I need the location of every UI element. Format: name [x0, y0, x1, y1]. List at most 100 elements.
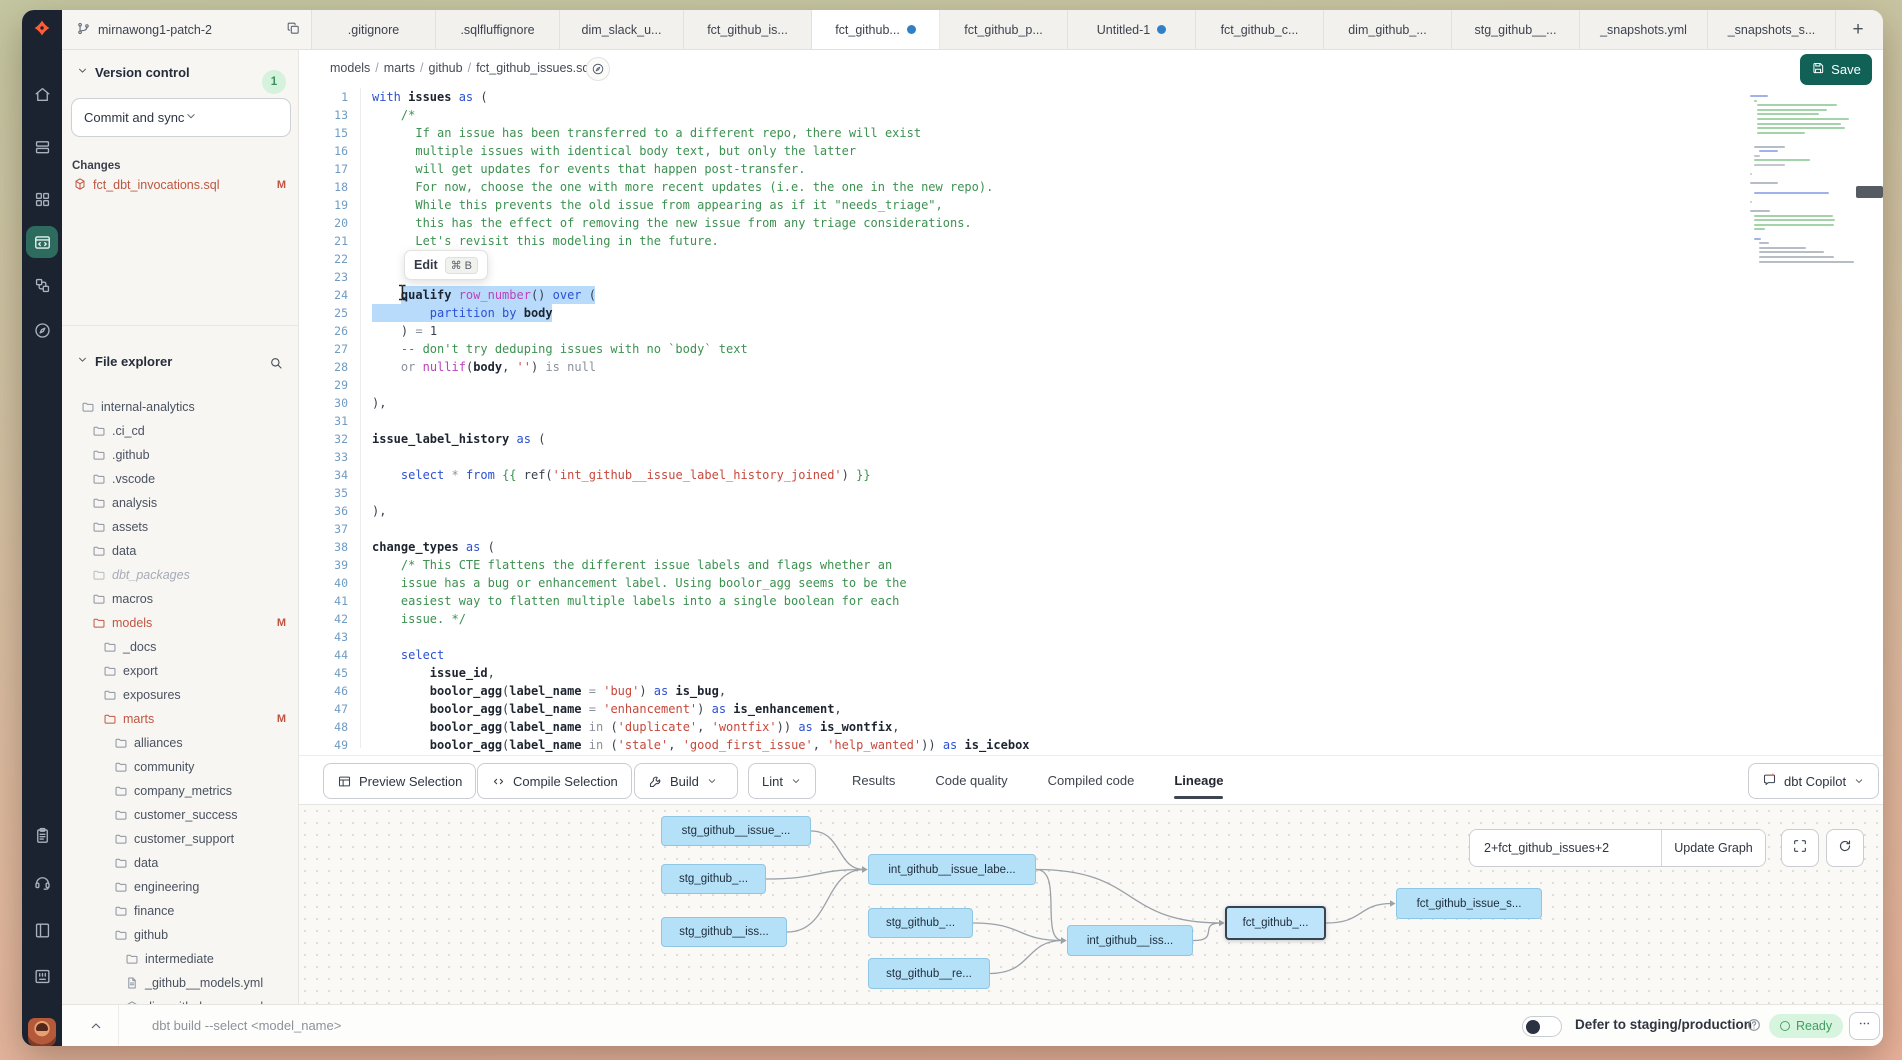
tree-item[interactable]: assets [62, 515, 298, 539]
lineage-node[interactable]: stg_github_... [661, 864, 766, 894]
breadcrumb-segment[interactable]: marts [384, 61, 415, 75]
search-icon[interactable] [268, 355, 284, 371]
dbt-copilot-button[interactable]: dbt Copilot [1748, 763, 1879, 799]
lineage-selector-input[interactable] [1470, 830, 1661, 866]
help-icon[interactable] [1746, 1017, 1762, 1033]
dbt-command-input[interactable]: dbt build --select <model_name> [152, 1018, 341, 1033]
tree-item[interactable]: _docs [62, 635, 298, 659]
rail-home-icon[interactable] [26, 78, 58, 110]
branch-selector[interactable]: mirnawong1-patch-2 [62, 10, 312, 49]
code-line[interactable]: 31 [299, 412, 1883, 430]
code-line[interactable]: 42 issue. */ [299, 610, 1883, 628]
code-line[interactable]: 13 /* [299, 106, 1883, 124]
lineage-node[interactable]: int_github__iss... [1067, 925, 1193, 956]
tree-item[interactable]: finance [62, 899, 298, 923]
rail-ide-icon[interactable] [26, 226, 58, 258]
tree-item[interactable]: community [62, 755, 298, 779]
code-line[interactable]: 23 [299, 268, 1883, 286]
code-line[interactable]: 47 boolor_agg(label_name = 'enhancement'… [299, 700, 1883, 718]
editor-tab[interactable]: Untitled-1 [1068, 10, 1196, 49]
code-line[interactable]: 19 While this prevents the old issue fro… [299, 196, 1883, 214]
rail-branch-compare-icon[interactable] [26, 269, 58, 301]
code-line[interactable]: 17 will get updates for events that happ… [299, 160, 1883, 178]
code-line[interactable]: 44 select [299, 646, 1883, 664]
rail-keyboard-icon[interactable] [26, 960, 58, 992]
edit-tooltip[interactable]: Edit ⌘ B [404, 250, 488, 280]
code-line[interactable]: 48 boolor_agg(label_name in ('duplicate'… [299, 718, 1883, 736]
refresh-graph-button[interactable] [1826, 829, 1864, 867]
lineage-node[interactable]: stg_github__issue_... [661, 816, 811, 846]
preview-selection-button[interactable]: Preview Selection [323, 763, 476, 799]
changed-file-row[interactable]: fct_dbt_invocations.sql M [62, 174, 298, 196]
more-options-button[interactable] [1849, 1012, 1880, 1040]
code-line[interactable]: 22 [299, 250, 1883, 268]
code-line[interactable]: 30), [299, 394, 1883, 412]
tab-results[interactable]: Results [852, 756, 895, 804]
tree-item[interactable]: internal-analytics [62, 395, 298, 419]
code-line[interactable]: 18 For now, choose the one with more rec… [299, 178, 1883, 196]
code-line[interactable]: 36), [299, 502, 1883, 520]
tree-item[interactable]: analysis [62, 491, 298, 515]
editor-tab[interactable]: fct_github_p... [940, 10, 1068, 49]
editor-tab[interactable]: fct_github_is... [684, 10, 812, 49]
rail-docs-icon[interactable] [26, 914, 58, 946]
copy-branch-icon[interactable] [286, 21, 301, 39]
compile-selection-button[interactable]: Compile Selection [477, 763, 632, 799]
code-line[interactable]: 33 [299, 448, 1883, 466]
tab-lineage[interactable]: Lineage [1174, 756, 1223, 804]
rail-apps-grid-icon[interactable] [26, 183, 58, 215]
code-line[interactable]: 41 easiest way to flatten multiple label… [299, 592, 1883, 610]
code-line[interactable]: 38change_types as ( [299, 538, 1883, 556]
code-line[interactable]: 15 If an issue has been transferred to a… [299, 124, 1883, 142]
update-graph-button[interactable]: Update Graph [1661, 830, 1765, 866]
breadcrumb-segment[interactable]: models [330, 61, 370, 75]
tree-item[interactable]: dim_github_users.sql [62, 995, 298, 1004]
lineage-node[interactable]: stg_github__re... [868, 958, 990, 989]
tab-compiled-code[interactable]: Compiled code [1048, 756, 1135, 804]
editor-tab[interactable]: _snapshots.yml [1580, 10, 1708, 49]
tree-item[interactable]: alliances [62, 731, 298, 755]
code-line[interactable]: 28 or nullif(body, '') is null [299, 358, 1883, 376]
code-line[interactable]: 21 Let's revisit this modeling in the fu… [299, 232, 1883, 250]
tree-item[interactable]: data [62, 539, 298, 563]
editor-tab[interactable]: stg_github__... [1452, 10, 1580, 49]
lineage-node[interactable]: fct_github_... [1225, 906, 1326, 940]
new-tab-button[interactable]: + [1836, 10, 1880, 49]
code-line[interactable]: 35 [299, 484, 1883, 502]
defer-toggle[interactable] [1522, 1016, 1562, 1037]
editor-tab[interactable]: dim_github_... [1324, 10, 1452, 49]
editor-tab[interactable]: .sqlfluffignore [436, 10, 560, 49]
rail-support-icon[interactable] [26, 866, 58, 898]
minimap[interactable] [1750, 95, 1856, 281]
code-line[interactable]: 49 boolor_agg(label_name in ('stale', 'g… [299, 736, 1883, 754]
editor-tab[interactable]: _snapshots_s... [1708, 10, 1836, 49]
tree-item[interactable]: _github__models.yml [62, 971, 298, 995]
user-avatar[interactable] [28, 1018, 56, 1046]
editor-tab[interactable]: dim_slack_u... [560, 10, 684, 49]
rail-changelog-icon[interactable] [26, 819, 58, 851]
expand-command-icon[interactable] [88, 1018, 104, 1034]
code-line[interactable]: 34 select * from {{ ref('int_github__iss… [299, 466, 1883, 484]
lineage-node[interactable]: stg_github_... [868, 908, 973, 938]
code-line[interactable]: 27 -- don't try deduping issues with no … [299, 340, 1883, 358]
minimap-marker[interactable] [1856, 186, 1883, 198]
code-editor[interactable]: 1with issues as (13 /*15 If an issue has… [299, 88, 1883, 755]
code-line[interactable]: 46 boolor_agg(label_name = 'bug') as is_… [299, 682, 1883, 700]
rail-explore-icon[interactable] [26, 314, 58, 346]
tree-item[interactable]: intermediate [62, 947, 298, 971]
code-line[interactable]: 26 ) = 1 [299, 322, 1883, 340]
version-control-header[interactable]: Version control 1 [62, 61, 298, 83]
build-button[interactable]: Build [634, 763, 738, 799]
tree-item[interactable]: modelsM [62, 611, 298, 635]
tree-item[interactable]: customer_success [62, 803, 298, 827]
code-line[interactable]: 25 partition by body [299, 304, 1883, 322]
tree-item[interactable]: github [62, 923, 298, 947]
code-line[interactable]: 37 [299, 520, 1883, 538]
lineage-node[interactable]: int_github__issue_labe... [868, 854, 1036, 885]
code-line[interactable]: 16 multiple issues with identical body t… [299, 142, 1883, 160]
lint-button[interactable]: Lint [748, 763, 816, 799]
code-line[interactable]: 40 issue has a bug or enhancement label.… [299, 574, 1883, 592]
code-line[interactable]: 20 this has the effect of removing the n… [299, 214, 1883, 232]
code-line[interactable]: 29 [299, 376, 1883, 394]
tree-item[interactable]: export [62, 659, 298, 683]
